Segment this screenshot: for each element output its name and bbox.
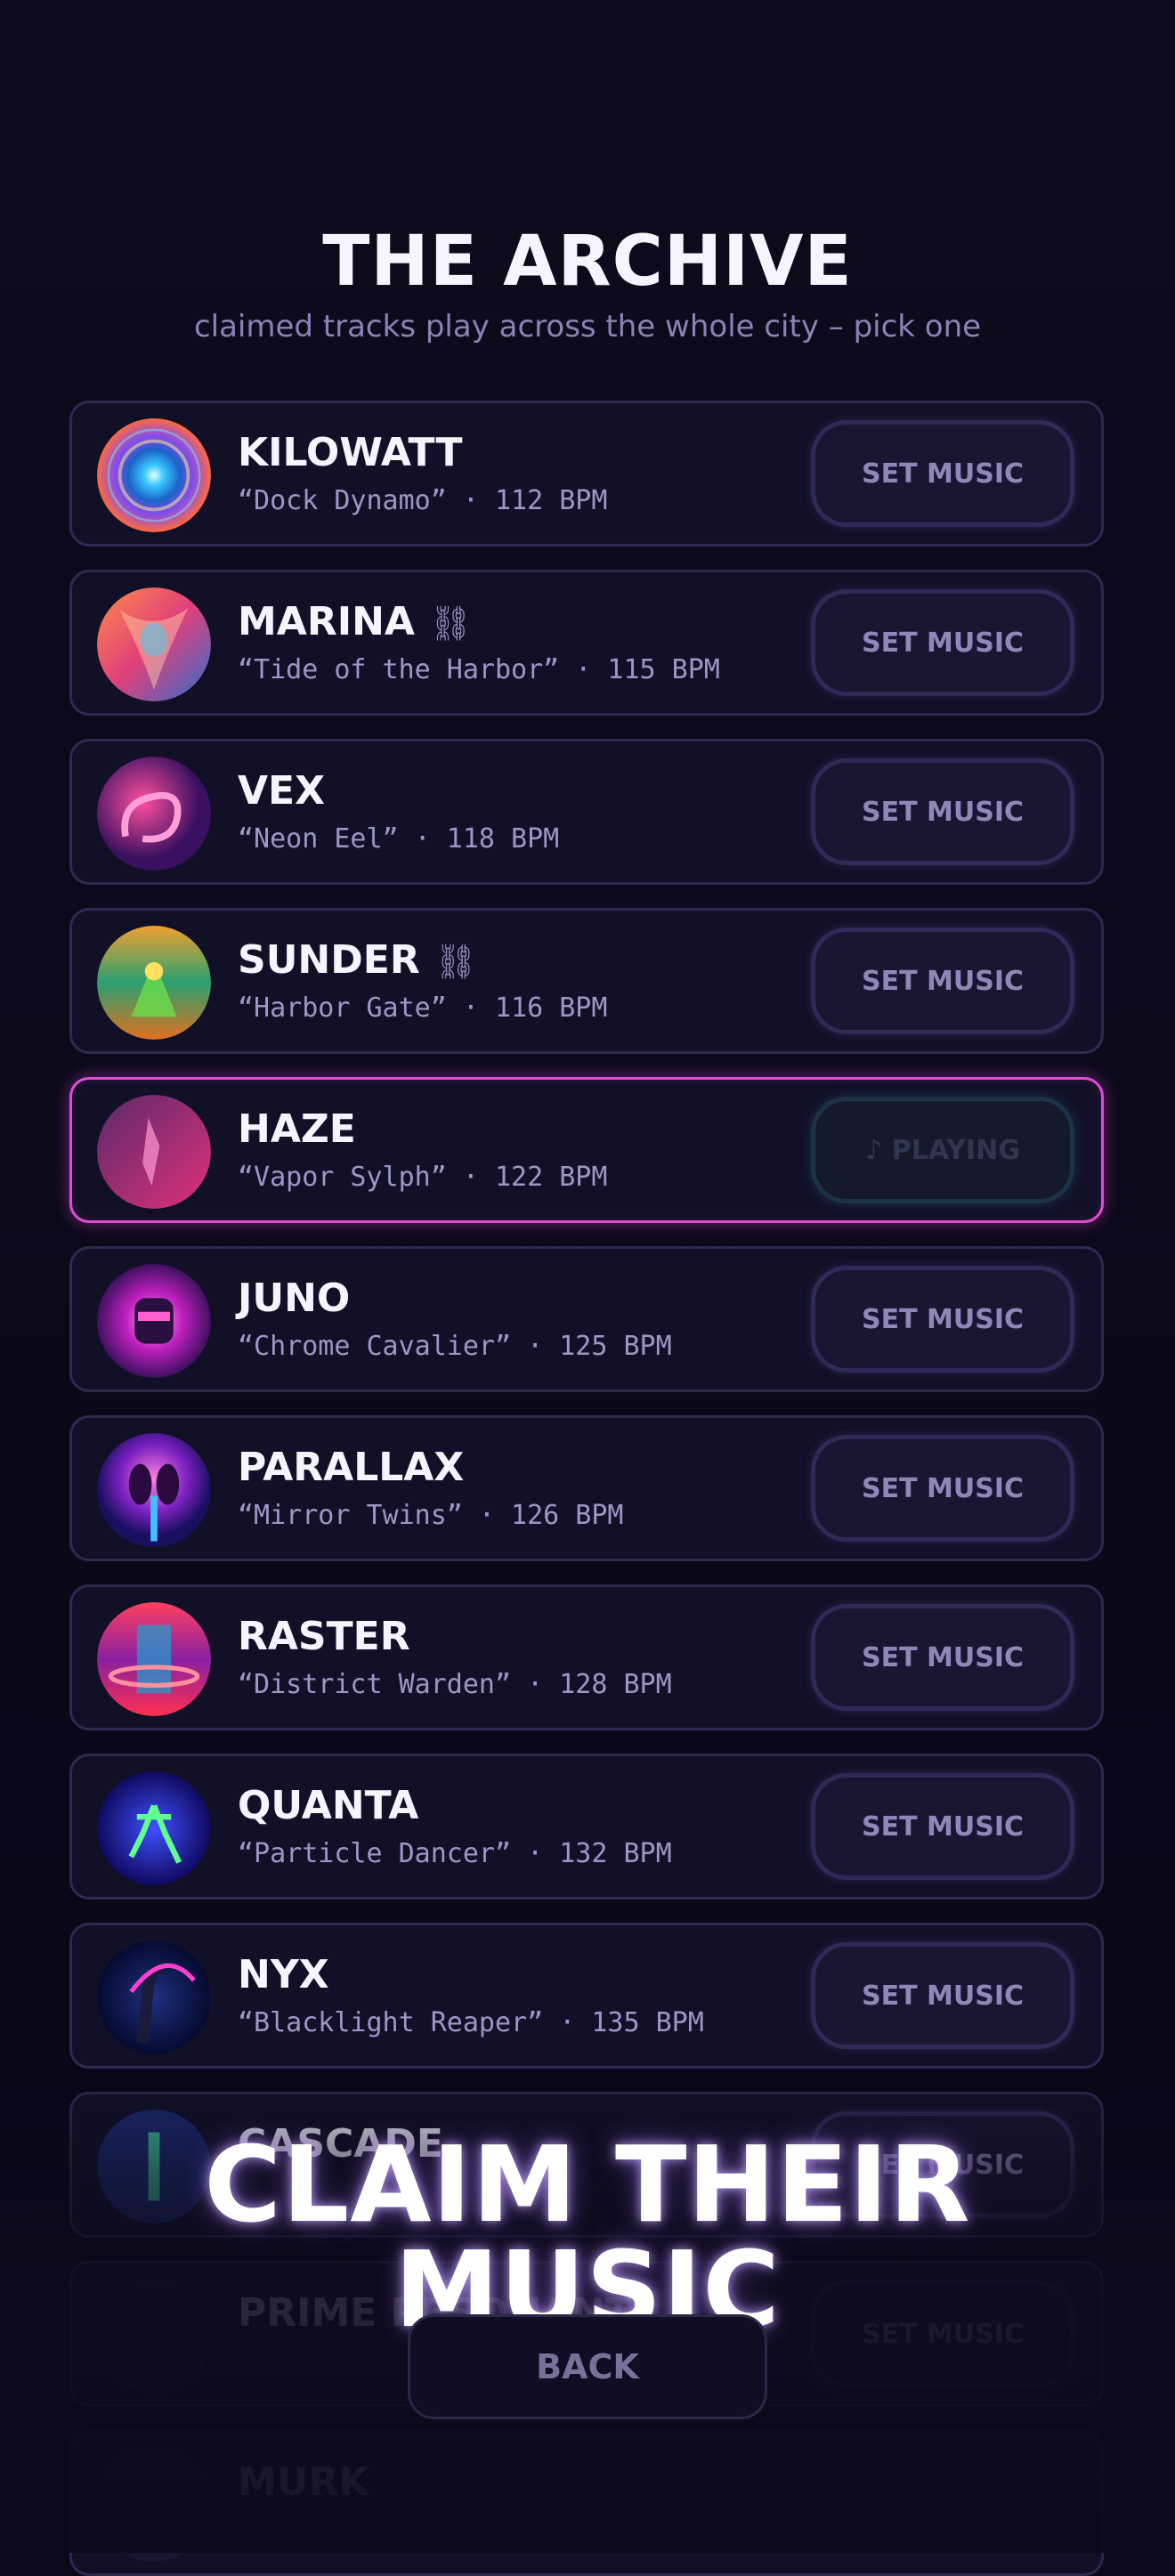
track-name-label: MARINA [238, 599, 415, 644]
playing-indicator-button[interactable]: ♪ PLAYING [811, 1097, 1074, 1203]
track-avatar [97, 926, 211, 1040]
track-meta: “Vapor Sylph” · 122 BPM [238, 1162, 608, 1193]
set-music-button[interactable]: SET MUSIC [811, 589, 1074, 696]
track-row: QUANTA “Particle Dancer” · 132 BPM SET MUS… [69, 1754, 1104, 1900]
track-name: VEX [238, 772, 325, 811]
track-row: RASTER “District Warden” · 128 BPM SET MUS… [69, 1584, 1104, 1730]
set-music-button[interactable]: SET MUSIC [811, 1942, 1074, 2049]
track-name: NYX [238, 1956, 329, 1995]
track-row: PARALLAX “Mirror Twins” · 126 BPM SET MUSI… [69, 1415, 1104, 1561]
track-row: SUNDER ⛓ “Harbor Gate” · 116 BPM SET MUSIC [69, 908, 1104, 1054]
header: THE ARCHIVE claimed tracks play across t… [0, 227, 1175, 344]
track-avatar [97, 757, 211, 871]
chain-link-icon: ⛓ [428, 603, 473, 643]
claim-banner: CLAIM THEIR MUSIC [204, 2123, 971, 2351]
track-row: JUNO “Chrome Cavalier” · 125 BPM SET MUSIC [69, 1246, 1104, 1392]
set-music-button[interactable]: SET MUSIC [811, 1435, 1074, 1542]
chain-link-icon: ⛓ [434, 942, 477, 981]
track-avatar [97, 1433, 211, 1547]
set-music-button[interactable]: SET MUSIC [811, 420, 1074, 527]
set-music-button[interactable]: SET MUSIC [811, 1773, 1074, 1880]
track-avatar [97, 1095, 211, 1209]
track-row: NYX “Blacklight Reaper” · 135 BPM SET MUSI… [69, 1923, 1104, 2069]
track-avatar [97, 1264, 211, 1378]
track-name-label: QUANTA [238, 1783, 419, 1828]
page-subtitle: claimed tracks play across the whole cit… [193, 309, 982, 344]
track-name: MARINA ⛓ [238, 603, 472, 642]
set-music-button[interactable]: SET MUSIC [811, 1266, 1074, 1373]
track-avatar [97, 1602, 211, 1716]
track-name: JUNO [238, 1279, 350, 1318]
track-name: QUANTA [238, 1786, 418, 1826]
track-avatar [97, 1771, 211, 1885]
track-avatar [97, 418, 211, 532]
track-meta: “Tide of the Harbor” · 115 BPM [238, 654, 720, 685]
set-music-button[interactable]: SET MUSIC [811, 928, 1074, 1034]
track-name: KILOWATT [238, 433, 463, 473]
back-button[interactable]: BACK [408, 2314, 767, 2419]
track-meta: “Mirror Twins” · 126 BPM [238, 1500, 624, 1531]
track-name: PARALLAX [238, 1448, 464, 1487]
track-avatar [97, 1940, 211, 2054]
track-name-label: VEX [238, 768, 326, 814]
set-music-button[interactable]: SET MUSIC [811, 1604, 1074, 1711]
track-row: HAZE “Vapor Sylph” · 122 BPM ♪ PLAYING [69, 1077, 1104, 1223]
track-name-label: SUNDER [238, 937, 420, 983]
track-meta: “Neon Eel” · 118 BPM [238, 823, 560, 855]
track-name: SUNDER ⛓ [238, 941, 477, 980]
track-name: HAZE [238, 1110, 356, 1149]
track-name-label: KILOWATT [238, 430, 463, 475]
track-name: RASTER [238, 1617, 410, 1657]
track-meta: “Chrome Cavalier” · 125 BPM [238, 1331, 672, 1362]
page-title: THE ARCHIVE [322, 222, 853, 302]
track-name-label: NYX [238, 1952, 329, 1997]
track-avatar [97, 587, 211, 701]
track-meta: “Blacklight Reaper” · 135 BPM [238, 2007, 704, 2038]
track-row: KILOWATT “Dock Dynamo” · 112 BPM SET MUSIC [69, 401, 1104, 547]
set-music-button[interactable]: SET MUSIC [811, 758, 1074, 865]
track-name-label: RASTER [238, 1614, 410, 1659]
track-row: MARINA ⛓ “Tide of the Harbor” · 115 BPM SET… [69, 570, 1104, 716]
track-meta: “Harbor Gate” · 116 BPM [238, 992, 608, 1024]
track-meta: “Dock Dynamo” · 112 BPM [238, 485, 608, 516]
track-row: VEX “Neon Eel” · 118 BPM SET MUSIC [69, 739, 1104, 885]
track-name-label: PARALLAX [238, 1445, 465, 1490]
track-meta: “Particle Dancer” · 132 BPM [238, 1838, 672, 1869]
track-name-label: HAZE [238, 1106, 356, 1152]
track-meta: “District Warden” · 128 BPM [238, 1669, 672, 1700]
track-name-label: JUNO [238, 1276, 351, 1321]
